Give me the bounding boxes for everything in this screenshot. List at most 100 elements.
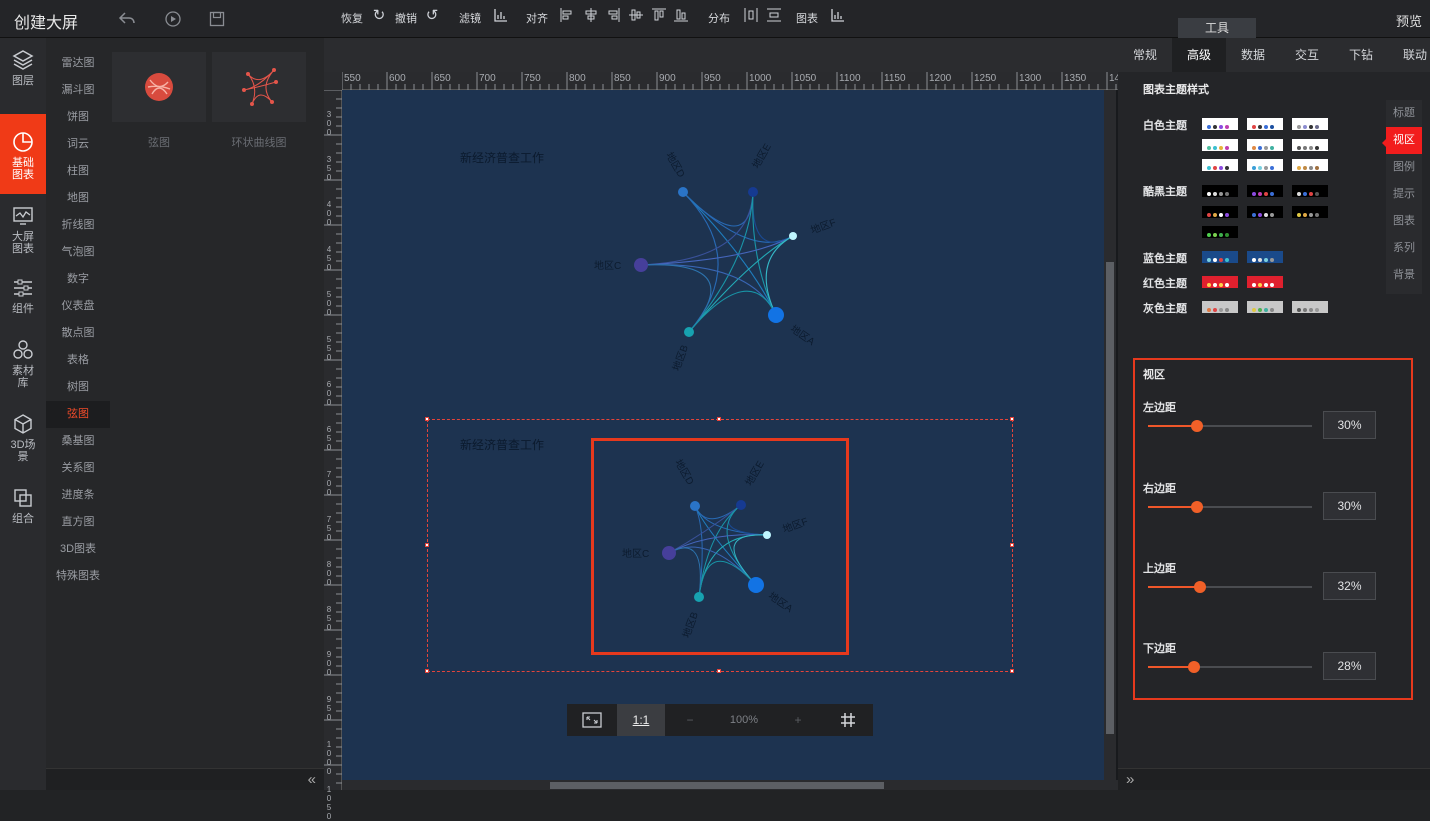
category-item[interactable]: 进度条 xyxy=(46,482,110,509)
nav-item-layers[interactable]: 图层 xyxy=(0,48,46,98)
category-item[interactable]: 散点图 xyxy=(46,320,110,347)
property-tab[interactable]: 交互 xyxy=(1280,38,1334,72)
theme-swatch[interactable] xyxy=(1202,276,1238,288)
side-tab[interactable]: 图例 xyxy=(1386,154,1422,181)
side-tab[interactable]: 图表 xyxy=(1386,208,1422,235)
collapse-left-panel[interactable]: « xyxy=(46,768,324,790)
category-item[interactable]: 数字 xyxy=(46,266,110,293)
chart-label[interactable]: 图表 xyxy=(796,10,818,26)
theme-swatch[interactable] xyxy=(1247,301,1283,313)
category-item[interactable]: 漏斗图 xyxy=(46,77,110,104)
side-tab[interactable]: 提示 xyxy=(1386,181,1422,208)
theme-swatch[interactable] xyxy=(1247,139,1283,151)
nav-item-3d-scene[interactable]: 3D场景 xyxy=(0,412,46,468)
category-item[interactable]: 树图 xyxy=(46,374,110,401)
undo-icon[interactable]: ↺ xyxy=(423,7,441,25)
slider-track[interactable] xyxy=(1148,506,1312,508)
distribute-v-icon[interactable] xyxy=(765,7,783,25)
slider-value-input[interactable]: 30% xyxy=(1323,492,1376,520)
align-right-icon[interactable] xyxy=(604,7,622,25)
align-top-icon[interactable] xyxy=(650,7,668,25)
theme-swatch[interactable] xyxy=(1247,159,1283,171)
property-tab[interactable]: 数据 xyxy=(1226,38,1280,72)
back-icon[interactable] xyxy=(118,10,136,28)
distribute-h-icon[interactable] xyxy=(742,7,760,25)
filter-label[interactable]: 滤镜 xyxy=(459,10,481,26)
chord-chart-thumbnail[interactable] xyxy=(112,52,206,122)
category-item[interactable]: 折线图 xyxy=(46,212,110,239)
nav-item-group[interactable]: 组合 xyxy=(0,486,46,530)
theme-swatch[interactable] xyxy=(1202,139,1238,151)
theme-swatch[interactable] xyxy=(1202,226,1238,238)
nav-item-basic-charts[interactable]: 基础图表 xyxy=(0,114,46,194)
resize-handle[interactable] xyxy=(1010,543,1014,547)
align-left-icon[interactable] xyxy=(558,7,576,25)
bar-chart-icon[interactable] xyxy=(492,7,510,25)
zoom-out-button[interactable]: − xyxy=(674,704,706,736)
theme-swatch[interactable] xyxy=(1247,276,1283,288)
align-bottom-icon[interactable] xyxy=(672,7,690,25)
theme-swatch[interactable] xyxy=(1292,139,1328,151)
resize-handle[interactable] xyxy=(425,543,429,547)
theme-swatch[interactable] xyxy=(1202,206,1238,218)
category-item[interactable]: 仪表盘 xyxy=(46,293,110,320)
property-tab[interactable]: 联动 xyxy=(1388,38,1430,72)
slider-value-input[interactable]: 28% xyxy=(1323,652,1376,680)
nav-item-screen-charts[interactable]: 大屏图表 xyxy=(0,204,46,260)
category-item[interactable]: 3D图表 xyxy=(46,536,110,563)
theme-swatch[interactable] xyxy=(1247,206,1283,218)
category-item[interactable]: 弦图 xyxy=(46,401,110,428)
category-item[interactable]: 雷达图 xyxy=(46,50,110,77)
property-tab[interactable]: 高级 xyxy=(1172,38,1226,72)
category-item[interactable]: 直方图 xyxy=(46,509,110,536)
theme-swatch[interactable] xyxy=(1202,251,1238,263)
theme-swatch[interactable] xyxy=(1202,301,1238,313)
preview-button[interactable]: 预览 xyxy=(1396,11,1422,30)
theme-swatch[interactable] xyxy=(1247,251,1283,263)
category-item[interactable]: 关系图 xyxy=(46,455,110,482)
category-item[interactable]: 柱图 xyxy=(46,158,110,185)
theme-swatch[interactable] xyxy=(1292,301,1328,313)
distribute-label[interactable]: 分布 xyxy=(708,10,730,26)
slider-value-input[interactable]: 32% xyxy=(1323,572,1376,600)
theme-swatch[interactable] xyxy=(1202,159,1238,171)
play-icon[interactable] xyxy=(164,10,182,28)
theme-swatch[interactable] xyxy=(1292,159,1328,171)
category-item[interactable]: 特殊图表 xyxy=(46,563,110,590)
nav-item-materials[interactable]: 素材库 xyxy=(0,338,46,394)
nav-item-components[interactable]: 组件 xyxy=(0,276,46,320)
slider-knob[interactable] xyxy=(1187,661,1200,673)
category-item[interactable]: 桑基图 xyxy=(46,428,110,455)
undo-label[interactable]: 撤销 xyxy=(395,10,417,26)
side-tab[interactable]: 系列 xyxy=(1386,235,1422,262)
slider-track[interactable] xyxy=(1148,425,1312,427)
category-item[interactable]: 表格 xyxy=(46,347,110,374)
property-tab[interactable]: 常规 xyxy=(1118,38,1172,72)
category-item[interactable]: 地图 xyxy=(46,185,110,212)
ratio-1-1-button[interactable]: 1:1 xyxy=(617,704,665,736)
side-tab[interactable]: 视区 xyxy=(1386,127,1422,154)
resize-handle[interactable] xyxy=(1010,417,1014,421)
theme-swatch[interactable] xyxy=(1292,206,1328,218)
vertical-scroll-thumb[interactable] xyxy=(1106,262,1114,734)
resize-handle[interactable] xyxy=(425,669,429,673)
chord-chart-top[interactable]: 地区D 地区E 地区F 地区C 地区B 地区A xyxy=(560,130,860,390)
align-label[interactable]: 对齐 xyxy=(526,10,548,26)
theme-swatch[interactable] xyxy=(1202,185,1238,197)
zoom-in-button[interactable]: + xyxy=(782,704,814,736)
grid-icon[interactable] xyxy=(824,704,872,736)
theme-swatch[interactable] xyxy=(1292,118,1328,130)
theme-swatch[interactable] xyxy=(1247,185,1283,197)
fit-screen-icon[interactable] xyxy=(567,704,617,736)
resize-handle[interactable] xyxy=(1010,669,1014,673)
slider-track[interactable] xyxy=(1148,666,1312,668)
side-tab[interactable]: 背景 xyxy=(1386,262,1422,289)
resize-handle[interactable] xyxy=(425,417,429,421)
redo-icon[interactable]: ↻ xyxy=(370,7,388,25)
save-icon[interactable] xyxy=(208,10,226,28)
theme-swatch[interactable] xyxy=(1202,118,1238,130)
resize-handle[interactable] xyxy=(717,417,721,421)
align-center-h-icon[interactable] xyxy=(582,7,600,25)
category-item[interactable]: 词云 xyxy=(46,131,110,158)
slider-track[interactable] xyxy=(1148,586,1312,588)
